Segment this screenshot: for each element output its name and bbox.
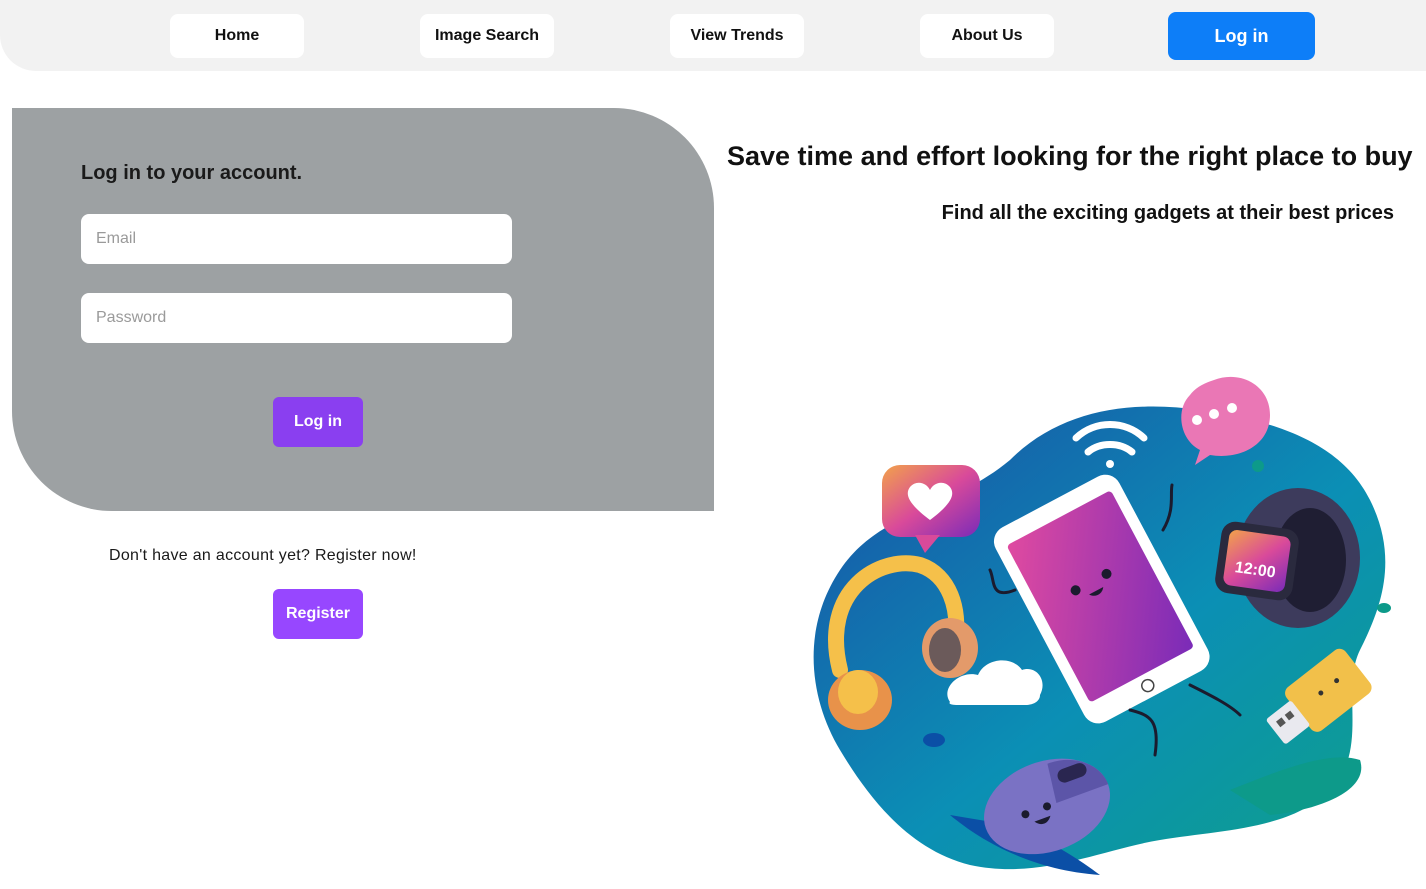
login-submit-button[interactable]: Log in xyxy=(273,397,363,447)
gadgets-illustration: 12:00 xyxy=(813,376,1391,875)
nav-home[interactable]: Home xyxy=(170,14,304,58)
register-prompt: Don't have an account yet? Register now! xyxy=(109,547,417,564)
email-field[interactable] xyxy=(81,214,512,264)
nav-about-us[interactable]: About Us xyxy=(920,14,1054,58)
nav-login-button[interactable]: Log in xyxy=(1168,12,1315,60)
nav-view-trends[interactable]: View Trends xyxy=(670,14,804,58)
nav-image-search[interactable]: Image Search xyxy=(420,14,554,58)
top-nav-bar: Home Image Search View Trends About Us L… xyxy=(0,0,1426,71)
hero-title: Save time and effort looking for the rig… xyxy=(727,141,1413,171)
register-button[interactable]: Register xyxy=(273,589,363,639)
hero-subtitle: Find all the exciting gadgets at their b… xyxy=(941,202,1394,224)
password-field[interactable] xyxy=(81,293,512,343)
login-title: Log in to your account. xyxy=(81,162,303,184)
